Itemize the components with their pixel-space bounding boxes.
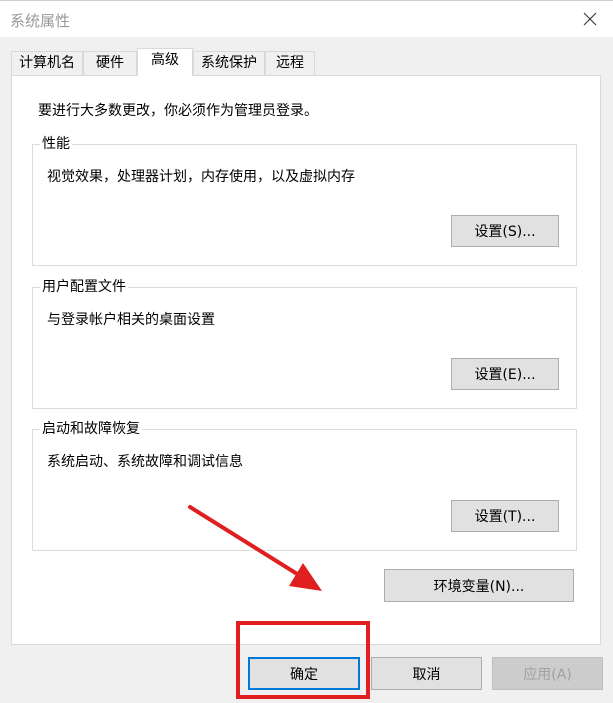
user-profiles-description: 与登录帐户相关的桌面设置 xyxy=(47,312,215,328)
startup-recovery-group: 启动和故障恢复 系统启动、系统故障和调试信息 设置(T)... xyxy=(32,420,577,551)
close-icon xyxy=(583,12,597,26)
ok-button[interactable]: 确定 xyxy=(248,657,360,690)
performance-group: 性能 视觉效果，处理器计划，内存使用，以及虚拟内存 设置(S)... xyxy=(32,135,577,266)
environment-variables-button[interactable]: 环境变量(N)... xyxy=(384,569,574,602)
tab-hardware[interactable]: 硬件 xyxy=(83,51,137,75)
tab-bar: 计算机名 硬件 高级 系统保护 远程 xyxy=(11,48,601,76)
system-properties-window: 系统属性 计算机名 硬件 高级 系统保护 远程 要进行大多数更改，你必须作为管理… xyxy=(0,0,613,702)
tab-system-protection[interactable]: 系统保护 xyxy=(193,51,265,75)
performance-description: 视觉效果，处理器计划，内存使用，以及虚拟内存 xyxy=(47,169,355,185)
tab-computer-name[interactable]: 计算机名 xyxy=(11,51,83,75)
startup-recovery-group-title: 启动和故障恢复 xyxy=(40,420,142,438)
title-bar: 系统属性 xyxy=(0,1,613,37)
user-profiles-group-title: 用户配置文件 xyxy=(40,278,128,296)
user-profiles-settings-button[interactable]: 设置(E)... xyxy=(451,358,559,390)
startup-recovery-description: 系统启动、系统故障和调试信息 xyxy=(47,454,243,470)
window-title: 系统属性 xyxy=(10,12,71,30)
performance-group-title: 性能 xyxy=(40,135,72,153)
close-button[interactable] xyxy=(567,1,613,37)
user-profiles-group: 用户配置文件 与登录帐户相关的桌面设置 设置(E)... xyxy=(32,278,577,409)
admin-notice: 要进行大多数更改，你必须作为管理员登录。 xyxy=(38,103,318,119)
tab-advanced[interactable]: 高级 xyxy=(137,48,193,76)
apply-button[interactable]: 应用(A) xyxy=(492,657,603,690)
startup-recovery-settings-button[interactable]: 设置(T)... xyxy=(451,500,559,532)
cancel-button[interactable]: 取消 xyxy=(371,657,482,690)
tab-remote[interactable]: 远程 xyxy=(265,51,315,75)
advanced-tab-panel: 要进行大多数更改，你必须作为管理员登录。 性能 视觉效果，处理器计划，内存使用，… xyxy=(11,75,601,645)
performance-settings-button[interactable]: 设置(S)... xyxy=(451,215,559,247)
